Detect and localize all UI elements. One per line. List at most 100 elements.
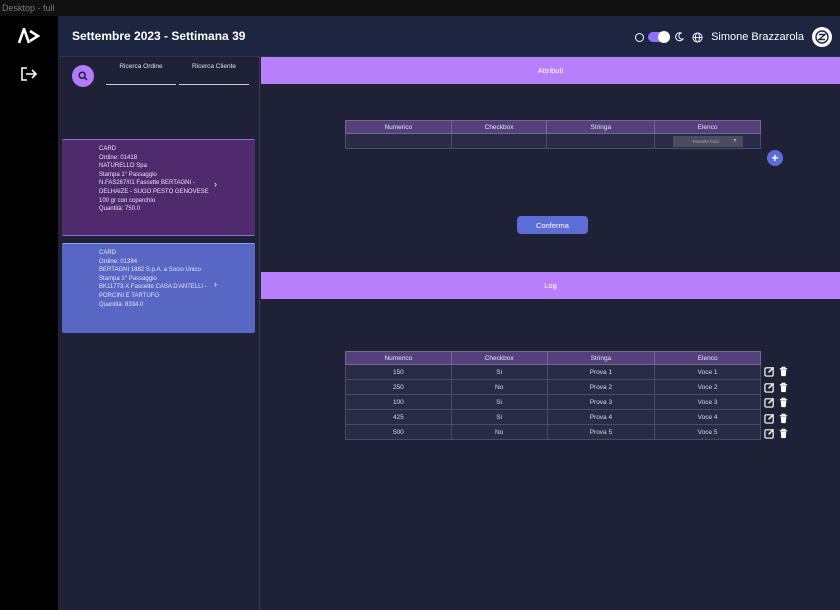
row-actions [764, 413, 789, 424]
cell: 150 [345, 364, 452, 380]
search-button[interactable] [72, 65, 94, 87]
card-heading: CARD [99, 250, 117, 256]
plus-icon: + [771, 151, 779, 165]
row-actions [764, 366, 789, 377]
list-select[interactable]: Favorite food [672, 135, 743, 147]
attributes-title: Attributi [537, 66, 564, 75]
edit-icon[interactable] [764, 397, 775, 408]
cell: No [450, 424, 548, 440]
customer-search-input[interactable]: Ricerca Cliente [179, 63, 249, 85]
cell: Voce 4 [654, 409, 761, 425]
table-header-row: Numerico Checkbox Stringa Elenco [345, 351, 761, 365]
theme-toggle[interactable] [635, 31, 685, 43]
edit-icon[interactable] [764, 428, 775, 440]
cell: No [450, 379, 548, 395]
column-header: Stringa [546, 351, 656, 365]
card-line: Ordine: 01418 [99, 154, 138, 161]
cell: Prova 3 [546, 394, 656, 410]
chevron-right-icon[interactable]: › [214, 280, 217, 289]
card-heading: CARD [99, 146, 117, 152]
cell: Voce 2 [654, 379, 761, 395]
cell: 100 [345, 394, 452, 410]
chevron-right-icon[interactable]: › [214, 180, 217, 189]
sun-icon [635, 32, 645, 42]
add-button[interactable]: + [767, 150, 783, 166]
column-header: Numerico [345, 351, 452, 365]
top-bar: Settembre 2023 - Settimana 39 Simone Bra… [58, 16, 840, 57]
cell: Prova 2 [546, 379, 656, 395]
app-window: Settembre 2023 - Settimana 39 Simone Bra… [0, 16, 840, 610]
log-table: Numerico Checkbox Stringa Elenco 150 Si … [345, 351, 761, 440]
cell: 500 [345, 424, 452, 440]
trash-icon[interactable] [778, 366, 789, 377]
card-line: Quantità: 8334.0 [99, 301, 144, 308]
edit-icon[interactable] [764, 382, 775, 393]
card-line: BK11773-X Fascette CASA D'ANTELLI - [99, 284, 207, 291]
page-title: Settembre 2023 - Settimana 39 [72, 29, 246, 43]
table-row: 425 Si Prova 4 Voce 4 [345, 409, 761, 425]
logout-icon[interactable] [20, 66, 38, 82]
log-title: Log [544, 281, 557, 290]
column-header: Checkbox [450, 120, 548, 134]
avatar-icon[interactable] [812, 27, 832, 47]
side-rail [0, 16, 58, 610]
card-line: PORCINI E TARTUFO [99, 292, 160, 299]
cell: Si [450, 364, 548, 380]
cell: Si [450, 394, 548, 410]
globe-icon[interactable] [692, 31, 703, 43]
table-header-row: Numerico Checkbox Stringa Elenco [345, 120, 761, 134]
cell: Si [450, 409, 548, 425]
user-name[interactable]: Simone Brazzarola [711, 31, 804, 43]
cell: Voce 1 [654, 364, 761, 380]
detail-panel: Attributi Numerico Checkbox Stringa Elen… [261, 57, 840, 610]
attributes-header: Attributi [261, 57, 840, 84]
attributes-table: Numerico Checkbox Stringa Elenco Favorit… [345, 120, 761, 149]
header-controls: Simone Brazzarola [635, 26, 832, 48]
order-card[interactable]: CARD Ordine: 01394 BERTAGNI 1882 S.p.A. … [62, 243, 255, 333]
checkbox-input[interactable] [450, 133, 548, 149]
card-line: Stampa 1° Passaggio [99, 171, 157, 178]
column-header: Checkbox [450, 351, 548, 365]
card-line: N.FAS267/01 Fascette BERTAGNI - [99, 180, 195, 187]
row-actions [764, 382, 789, 393]
customer-search-label: Ricerca Cliente [191, 63, 237, 70]
row-actions [764, 428, 789, 440]
column-header: Numerico [345, 120, 452, 134]
card-line: NATURELLO Spa [99, 163, 147, 170]
edit-icon[interactable] [764, 366, 775, 377]
card-line: BERTAGNI 1882 S.p.A. a Socio Unico [99, 267, 201, 274]
log-header: Log [261, 272, 840, 299]
table-row: 100 Si Prova 3 Voce 3 [345, 394, 761, 410]
edit-icon[interactable] [764, 413, 775, 424]
cell: Prova 4 [546, 409, 656, 425]
card-line: Stampa 1° Passaggio [99, 275, 157, 282]
card-line: Ordine: 01394 [99, 258, 138, 265]
list-cell: Favorite food [654, 133, 761, 149]
card-line: Quantità: 750.0 [99, 206, 141, 213]
cell: 425 [345, 409, 452, 425]
column-header: Elenco [654, 120, 761, 134]
trash-icon[interactable] [778, 397, 789, 408]
moon-icon [675, 32, 685, 42]
trash-icon[interactable] [778, 413, 789, 424]
table-row: 500 No Prova 5 Voce 5 [345, 424, 761, 440]
row-actions [764, 397, 789, 408]
cell: Prova 5 [546, 424, 656, 440]
toggle-track[interactable] [648, 31, 671, 43]
cell: 250 [345, 379, 452, 395]
frame-label: Desktop - full [0, 0, 840, 16]
trash-icon[interactable] [778, 382, 789, 393]
table-row: Favorite food [345, 133, 761, 149]
order-card[interactable]: CARD Ordine: 01418 NATURELLO Spa Stampa … [62, 139, 255, 236]
order-search-input[interactable]: Ricerca Ordine [106, 63, 176, 85]
string-input[interactable] [546, 133, 656, 149]
logo-icon [18, 28, 40, 44]
cell: Voce 3 [654, 394, 761, 410]
card-line: 100 gr con coperchio [99, 197, 156, 204]
column-header: Elenco [654, 351, 761, 365]
column-header: Stringa [546, 120, 656, 134]
orders-panel: Ricerca Ordine Ricerca Cliente CARD Ordi… [58, 57, 260, 610]
confirm-button[interactable]: Conferma [517, 216, 588, 234]
trash-icon[interactable] [778, 428, 789, 439]
numeric-input[interactable] [345, 133, 452, 149]
